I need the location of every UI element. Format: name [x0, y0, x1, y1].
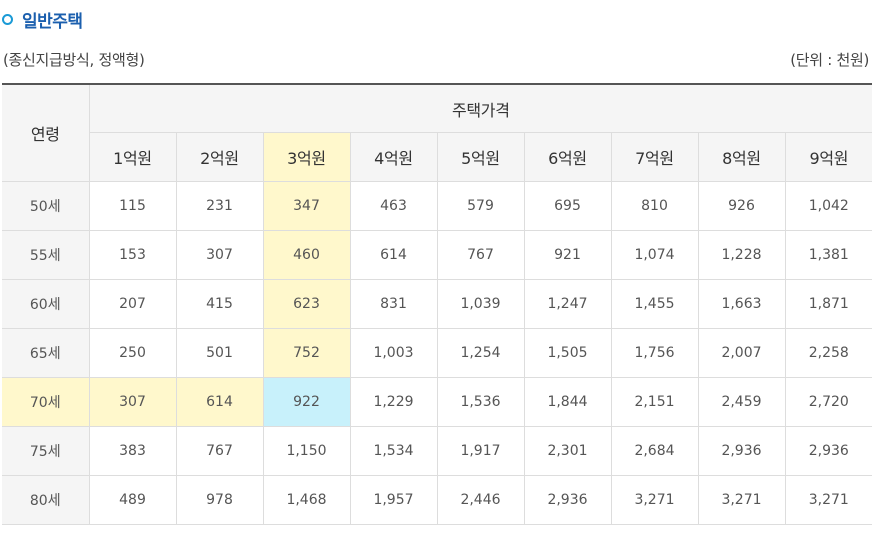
value-cell: 2,151	[611, 377, 699, 427]
house-price-group-header: 주택가격	[89, 83, 873, 133]
section-title-text: 일반주택	[22, 11, 83, 32]
value-cell: 460	[263, 230, 351, 280]
price-header-8: 8억원	[698, 132, 786, 182]
unit-note: (단위 : 천원)	[790, 50, 869, 69]
value-cell: 2,936	[698, 426, 786, 476]
value-cell: 978	[176, 475, 264, 525]
value-cell: 921	[524, 230, 612, 280]
table-row: 65세 250 501 752 1,003 1,254 1,505 1,756 2,007 2,2…	[2, 328, 873, 378]
price-header-2: 2억원	[176, 132, 264, 182]
value-cell: 767	[176, 426, 264, 476]
table-meta-row: (종신지급방식, 정액형) (단위 : 천원)	[0, 47, 871, 71]
value-cell: 231	[176, 181, 264, 231]
value-cell: 614	[350, 230, 438, 280]
table-row: 50세 115 231 347 463 579 695 810 926 1,042	[2, 181, 873, 231]
header-row-prices: 1억원 2억원 3억원 4억원 5억원 6억원 7억원 8억원 9억원	[2, 132, 873, 182]
value-cell: 922	[263, 377, 351, 427]
value-cell: 347	[263, 181, 351, 231]
value-cell: 1,039	[437, 279, 525, 329]
value-cell: 153	[89, 230, 177, 280]
value-cell: 1,003	[350, 328, 438, 378]
age-cell: 70세	[2, 377, 90, 427]
value-cell: 1,536	[437, 377, 525, 427]
age-cell: 50세	[2, 181, 90, 231]
value-cell: 767	[437, 230, 525, 280]
value-cell: 115	[89, 181, 177, 231]
value-cell: 1,042	[785, 181, 873, 231]
value-cell: 1,534	[350, 426, 438, 476]
price-header-3: 3억원	[263, 132, 351, 182]
table-row: 80세 489 978 1,468 1,957 2,446 2,936 3,271 3,271 3…	[2, 475, 873, 525]
value-cell: 1,228	[698, 230, 786, 280]
age-cell: 55세	[2, 230, 90, 280]
price-header-9: 9억원	[785, 132, 873, 182]
value-cell: 383	[89, 426, 177, 476]
value-cell: 307	[176, 230, 264, 280]
value-cell: 2,301	[524, 426, 612, 476]
price-header-4: 4억원	[350, 132, 438, 182]
value-cell: 1,455	[611, 279, 699, 329]
value-cell: 3,271	[698, 475, 786, 525]
ring-bullet-icon	[2, 14, 13, 25]
value-cell: 463	[350, 181, 438, 231]
value-cell: 1,150	[263, 426, 351, 476]
value-cell: 2,684	[611, 426, 699, 476]
value-cell: 926	[698, 181, 786, 231]
value-cell: 1,505	[524, 328, 612, 378]
value-cell: 415	[176, 279, 264, 329]
value-cell: 1,229	[350, 377, 438, 427]
value-cell: 3,271	[611, 475, 699, 525]
value-cell: 579	[437, 181, 525, 231]
age-header: 연령	[2, 83, 90, 182]
value-cell: 489	[89, 475, 177, 525]
value-cell: 2,936	[524, 475, 612, 525]
value-cell: 1,254	[437, 328, 525, 378]
value-cell: 2,258	[785, 328, 873, 378]
age-cell: 65세	[2, 328, 90, 378]
value-cell: 614	[176, 377, 264, 427]
value-cell: 831	[350, 279, 438, 329]
value-cell: 752	[263, 328, 351, 378]
value-cell: 3,271	[785, 475, 873, 525]
table-row: 60세 207 415 623 831 1,039 1,247 1,455 1,663 1,871	[2, 279, 873, 329]
table-row: 70세 307 614 922 1,229 1,536 1,844 2,151 2,459 2,7…	[2, 377, 873, 427]
table-row: 55세 153 307 460 614 767 921 1,074 1,228 1,381	[2, 230, 873, 280]
value-cell: 1,917	[437, 426, 525, 476]
value-cell: 2,007	[698, 328, 786, 378]
value-cell: 2,459	[698, 377, 786, 427]
price-header-7: 7억원	[611, 132, 699, 182]
value-cell: 1,756	[611, 328, 699, 378]
price-header-1: 1억원	[89, 132, 177, 182]
monthly-payment-table: 연령 주택가격 1억원 2억원 3억원 4억원 5억원 6억원 7억원 8억원 9억원 50세 1…	[2, 83, 873, 525]
value-cell: 1,957	[350, 475, 438, 525]
value-cell: 695	[524, 181, 612, 231]
header-row-group: 연령 주택가격	[2, 83, 873, 182]
table-row: 75세 383 767 1,150 1,534 1,917 2,301 2,684 2,936 2…	[2, 426, 873, 476]
table-body: 50세 115 231 347 463 579 695 810 926 1,042 55세 153 30…	[2, 181, 873, 525]
age-cell: 80세	[2, 475, 90, 525]
price-header-6: 6억원	[524, 132, 612, 182]
value-cell: 307	[89, 377, 177, 427]
value-cell: 207	[89, 279, 177, 329]
price-header-5: 5억원	[437, 132, 525, 182]
payment-method-note: (종신지급방식, 정액형)	[3, 50, 145, 69]
value-cell: 1,074	[611, 230, 699, 280]
value-cell: 623	[263, 279, 351, 329]
value-cell: 810	[611, 181, 699, 231]
value-cell: 250	[89, 328, 177, 378]
value-cell: 1,247	[524, 279, 612, 329]
section-title: 일반주택	[2, 6, 83, 32]
value-cell: 2,446	[437, 475, 525, 525]
value-cell: 1,844	[524, 377, 612, 427]
value-cell: 1,468	[263, 475, 351, 525]
value-cell: 2,720	[785, 377, 873, 427]
age-cell: 60세	[2, 279, 90, 329]
age-cell: 75세	[2, 426, 90, 476]
value-cell: 1,663	[698, 279, 786, 329]
value-cell: 1,381	[785, 230, 873, 280]
value-cell: 2,936	[785, 426, 873, 476]
value-cell: 1,871	[785, 279, 873, 329]
value-cell: 501	[176, 328, 264, 378]
